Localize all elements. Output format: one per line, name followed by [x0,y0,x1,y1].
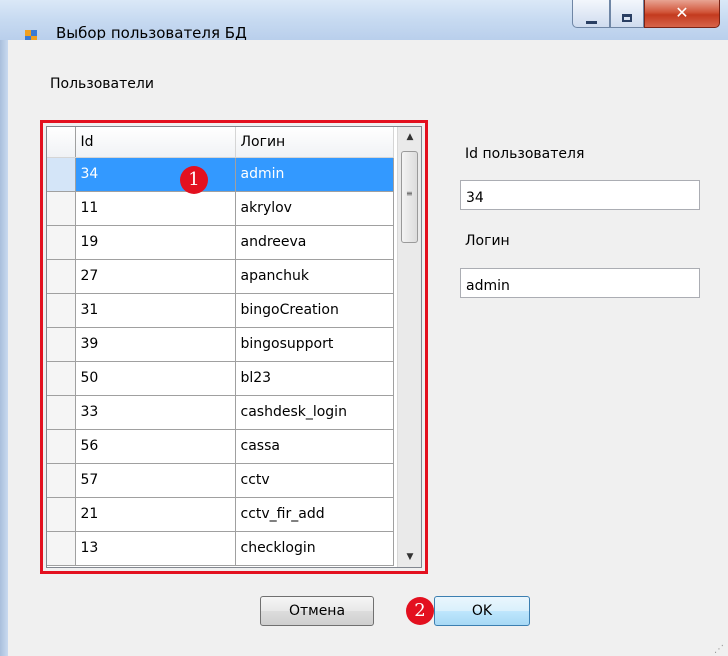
cell-id[interactable]: 13 [75,531,236,566]
row-header[interactable] [47,531,76,566]
close-icon: ✕ [675,3,689,22]
row-header[interactable] [47,497,76,532]
table-row[interactable]: 11 akrylov [47,191,394,226]
users-group-label: Пользователи [50,76,154,92]
cell-login[interactable]: cashdesk_login [235,395,394,430]
cell-id[interactable]: 50 [75,361,236,396]
cell-login[interactable]: bingosupport [235,327,394,362]
cell-login[interactable]: cctv [235,463,394,498]
row-header[interactable] [47,463,76,498]
column-header-id[interactable]: Id [75,127,236,158]
scrollbar-thumb[interactable]: ≡ [401,151,418,243]
cancel-button[interactable]: Отмена [260,596,374,626]
resize-grip-icon[interactable]: ⋰ [714,645,724,655]
cell-login[interactable]: cctv_fir_add [235,497,394,532]
cell-id[interactable]: 11 [75,191,236,226]
grid-vertical-scrollbar[interactable]: ▲ ≡ ▼ [397,127,421,567]
row-header[interactable] [47,293,76,328]
row-header[interactable] [47,327,76,362]
cell-login[interactable]: cassa [235,429,394,464]
minimize-icon [573,9,609,28]
maximize-button[interactable] [610,0,644,28]
table-row[interactable]: 56 cassa [47,429,394,464]
row-header-corner[interactable] [47,127,76,158]
table-row[interactable]: 33 cashdesk_login [47,395,394,430]
row-header[interactable] [47,191,76,226]
cell-id[interactable]: 27 [75,259,236,294]
cell-login[interactable]: akrylov [235,191,394,226]
table-row[interactable]: 31 bingoCreation [47,293,394,328]
users-table: Id Логин 34 admin 11 akrylov 19 andreeva 27… [47,127,394,566]
cell-id[interactable]: 21 [75,497,236,532]
id-label: Id пользователя [465,146,585,162]
ok-button[interactable]: OK [434,596,530,626]
minimize-button[interactable] [572,0,610,28]
table-row[interactable]: 27 apanchuk [47,259,394,294]
id-field[interactable] [460,180,700,210]
row-header[interactable] [47,361,76,396]
table-row[interactable]: 50 bl23 [47,361,394,396]
cell-id[interactable]: 31 [75,293,236,328]
cell-login[interactable]: andreeva [235,225,394,260]
annotation-badge-2: 2 [406,597,434,625]
cell-id[interactable]: 39 [75,327,236,362]
cell-id[interactable]: 34 [75,157,236,192]
row-header[interactable] [47,259,76,294]
cell-login[interactable]: apanchuk [235,259,394,294]
cell-login[interactable]: bl23 [235,361,394,396]
table-row[interactable]: 19 andreeva [47,225,394,260]
window-frame-left [0,40,8,656]
row-header[interactable] [47,225,76,260]
table-row[interactable]: 34 admin [47,157,394,192]
cell-login[interactable]: bingoCreation [235,293,394,328]
table-row[interactable]: 39 bingosupport [47,327,394,362]
row-header[interactable] [47,429,76,464]
login-label: Логин [465,233,510,249]
table-row[interactable]: 13 checklogin [47,531,394,566]
row-header[interactable] [47,157,76,192]
table-row[interactable]: 21 cctv_fir_add [47,497,394,532]
row-header[interactable] [47,395,76,430]
grid-header-row: Id Логин [47,127,394,158]
table-row[interactable]: 57 cctv [47,463,394,498]
close-button[interactable]: ✕ [644,0,720,28]
annotation-badge-1: 1 [180,166,208,194]
cell-login[interactable]: admin [235,157,394,192]
cell-id[interactable]: 56 [75,429,236,464]
cell-id[interactable]: 19 [75,225,236,260]
maximize-icon [611,7,643,26]
scroll-down-icon[interactable]: ▼ [398,547,421,567]
grip-icon: ≡ [406,189,413,198]
dialog-window: Выбор пользователя БД ✕ Пользователи Id … [0,0,728,656]
title-bar[interactable]: Выбор пользователя БД ✕ [0,0,728,42]
cell-id[interactable]: 57 [75,463,236,498]
scroll-up-icon[interactable]: ▲ [398,127,421,147]
caption-buttons: ✕ [572,0,720,30]
users-grid[interactable]: Id Логин 34 admin 11 akrylov 19 andreeva 27… [46,126,422,568]
cell-id[interactable]: 33 [75,395,236,430]
cell-login[interactable]: checklogin [235,531,394,566]
login-field[interactable] [460,268,700,298]
column-header-login[interactable]: Логин [235,127,394,158]
